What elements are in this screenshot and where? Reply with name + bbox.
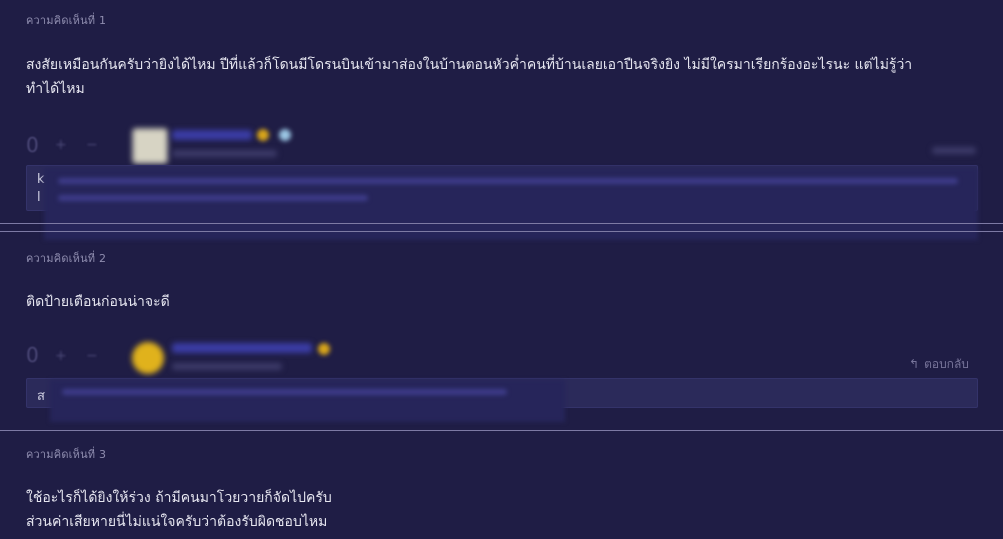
plus-icon[interactable]: + [55, 349, 69, 363]
comment-divider [0, 430, 1003, 431]
badge-icon [279, 129, 291, 141]
blurred-reply-content [50, 380, 565, 422]
minus-icon[interactable]: − [86, 138, 100, 152]
reply-label: ตอบกลับ [924, 357, 969, 371]
username-blurred[interactable] [172, 130, 252, 140]
comment-number-label: ความคิดเห็นที่ 2 [26, 252, 107, 265]
reply-button-blurred[interactable] [932, 147, 976, 154]
blurred-text-line [58, 178, 958, 184]
comment-line: ติดป้ายเตือนก่อนน่าจะดี [26, 294, 170, 310]
badge-icon [257, 129, 269, 141]
badge-icon [318, 343, 330, 355]
reply-text-fragment: l [37, 190, 41, 205]
reply-button[interactable]: ↰ ตอบกลับ [909, 355, 969, 374]
comment-text: สงสัยเหมือนกันครับว่ายิงได้ไหม ปีที่แล้ว… [26, 53, 981, 101]
vote-count: 0 [26, 343, 39, 367]
comment-text: ติดป้ายเตือนก่อนน่าจะดี [26, 290, 981, 314]
comment-divider [0, 223, 1003, 224]
comment-number-label: ความคิดเห็นที่ 1 [26, 14, 107, 27]
timestamp-blurred [172, 150, 277, 157]
comment-line: ส่วนค่าเสียหายนี่ไม่แน่ใจครับว่าต้องรับผ… [26, 514, 328, 530]
vote-count: 0 [26, 133, 39, 157]
comments-page: ความคิดเห็นที่ 1 สงสัยเหมือนกันครับว่ายิ… [0, 0, 1003, 539]
comment-divider [0, 231, 1003, 232]
avatar[interactable] [132, 342, 164, 374]
comment-line: สงสัยเหมือนกันครับว่ายิงได้ไหม ปีที่แล้ว… [26, 57, 913, 73]
comment-line: ทำได้ไหม [26, 81, 85, 97]
blurred-text-line [62, 389, 507, 395]
username-blurred[interactable] [172, 343, 312, 353]
plus-icon[interactable]: + [55, 138, 69, 152]
blurred-text-line [58, 195, 368, 201]
reply-text-fragment: ส [37, 389, 45, 404]
timestamp-blurred [172, 363, 282, 370]
comment-number-label: ความคิดเห็นที่ 3 [26, 448, 107, 461]
comment-text: ใช้อะไรก็ได้ยิงให้ร่วง ถ้ามีคนมาโวยวายก็… [26, 486, 981, 534]
reply-arrow-icon: ↰ [909, 357, 920, 371]
minus-icon[interactable]: − [86, 349, 100, 363]
comment-line: ใช้อะไรก็ได้ยิงให้ร่วง ถ้ามีคนมาโวยวายก็… [26, 490, 332, 506]
avatar[interactable] [132, 128, 168, 164]
